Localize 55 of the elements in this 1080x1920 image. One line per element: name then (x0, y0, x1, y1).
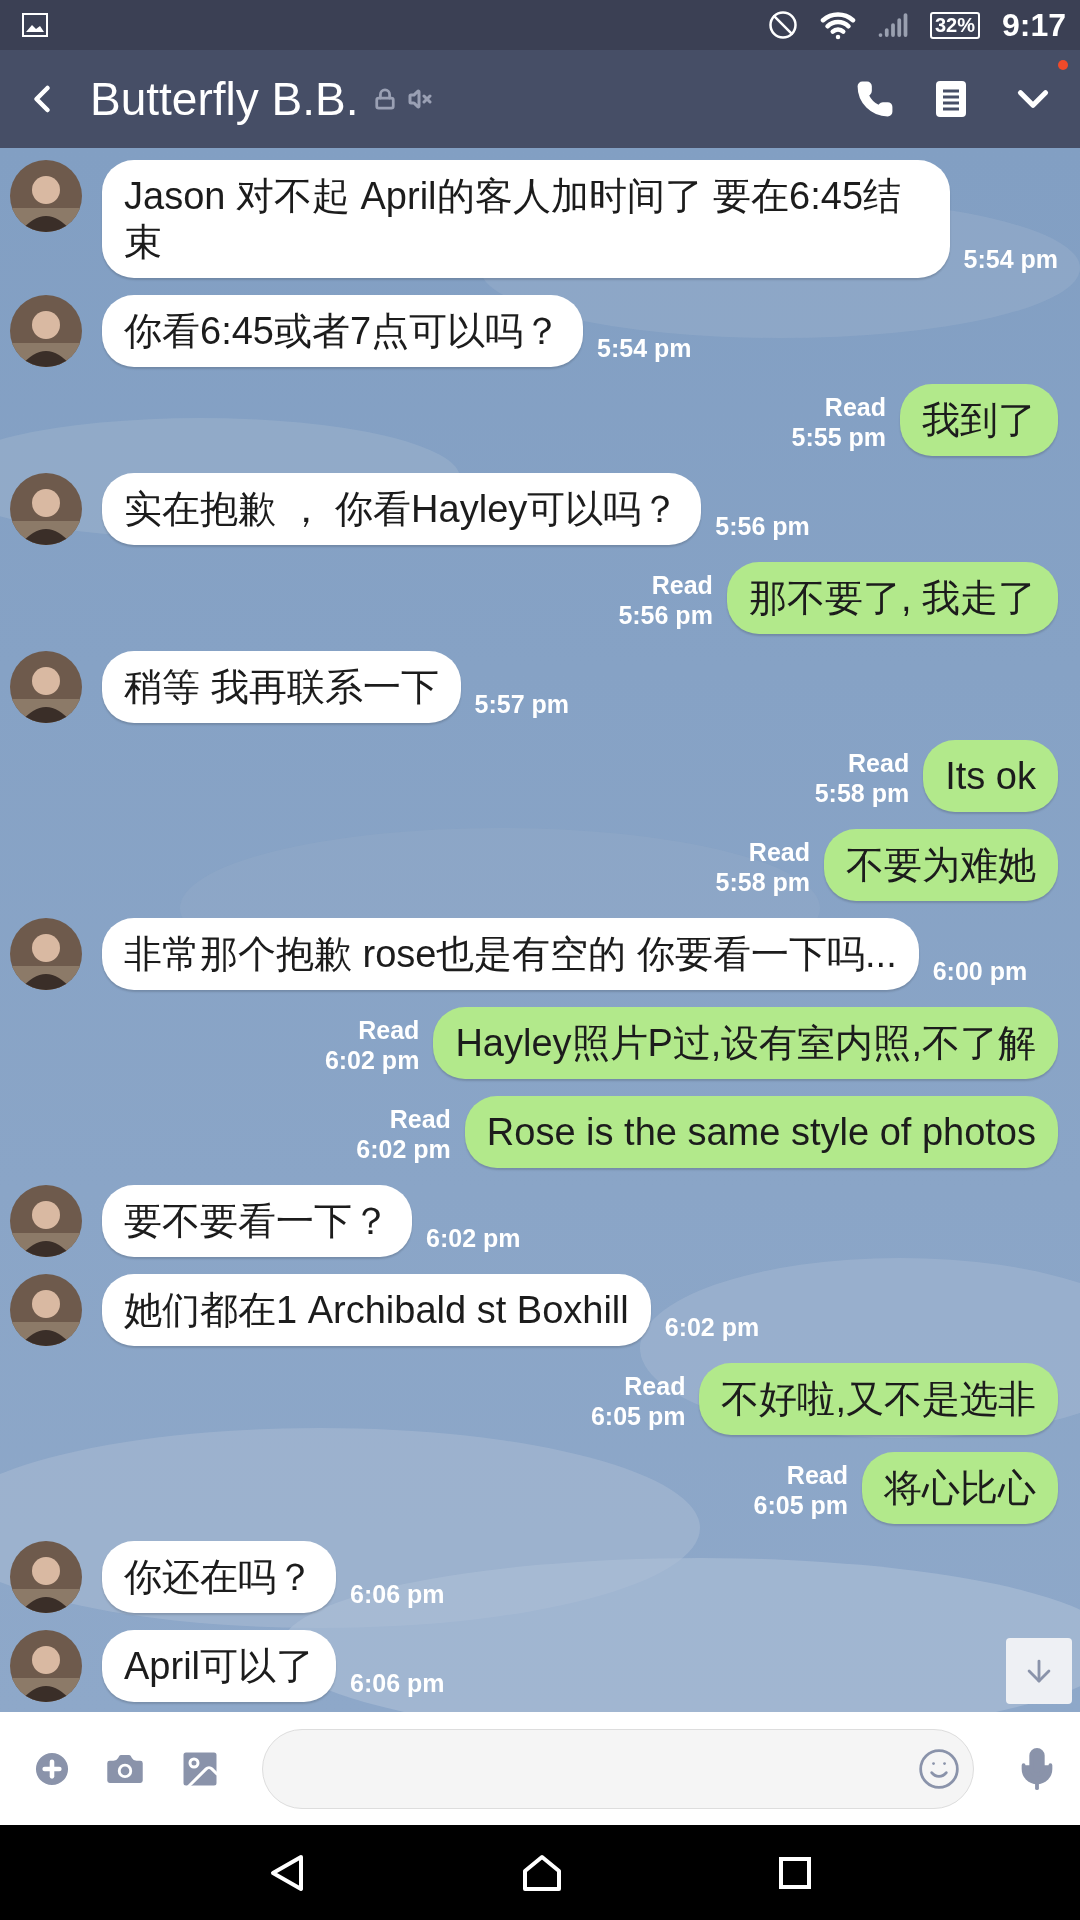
scroll-down-button[interactable] (1006, 1638, 1072, 1704)
read-receipt: Read (389, 1104, 451, 1134)
read-receipt: Read (824, 392, 886, 422)
received-message: 你还在吗？ (102, 1541, 336, 1613)
message-time: 6:02 pm (426, 1223, 521, 1253)
read-receipt: Read (748, 837, 810, 867)
sent-message: 不要为难她 (824, 829, 1058, 901)
message-time: 6:06 pm (350, 1579, 445, 1609)
emoji-icon[interactable] (917, 1746, 961, 1791)
picture-icon (22, 13, 48, 37)
message-time: 5:54 pm (963, 244, 1058, 274)
chat-title: Butterfly B.B. (90, 72, 359, 126)
signal-icon (877, 10, 908, 40)
phone-icon[interactable] (856, 80, 894, 118)
message-time: 5:58 pm (814, 778, 910, 808)
message-time: 5:54 pm (597, 333, 692, 363)
message-time: 5:55 pm (791, 422, 886, 452)
recent-apps-icon[interactable] (779, 1856, 812, 1889)
back-icon[interactable] (268, 1853, 305, 1892)
received-message: 实在抱歉 ， 你看Hayley可以吗？ (102, 473, 702, 545)
sent-message: 我到了 (900, 384, 1058, 456)
read-receipt: Read (848, 748, 910, 778)
read-receipt: Read (358, 1015, 420, 1045)
received-message: 要不要看一下？ (102, 1185, 412, 1257)
sent-message: Its ok (923, 740, 1058, 812)
battery-level: 32% (929, 11, 980, 39)
message-time: 6:02 pm (324, 1045, 420, 1075)
received-message: 她们都在1 Archibald st Boxhill (102, 1274, 651, 1346)
sent-message: 不好啦,又不是选非 (699, 1363, 1058, 1435)
message-time: 5:56 pm (618, 600, 713, 630)
sent-message: Hayley照片P过,设有室内照,不了解 (433, 1007, 1058, 1079)
message-time: 6:02 pm (664, 1312, 760, 1342)
message-time: 5:58 pm (715, 867, 810, 897)
message-time: 6:05 pm (753, 1490, 848, 1520)
received-message: 稍等 我再联系一下 (102, 651, 461, 723)
message-time: 5:57 pm (474, 689, 570, 719)
clock-time: 9:17 (1001, 6, 1066, 44)
home-icon[interactable] (522, 1853, 562, 1892)
message-time: 6:02 pm (356, 1134, 451, 1164)
read-receipt: Read (786, 1460, 848, 1490)
message-time: 6:06 pm (350, 1668, 445, 1698)
sent-message: 将心比心 (862, 1452, 1058, 1524)
message-time: 5:56 pm (715, 511, 810, 541)
read-receipt: Read (651, 570, 713, 600)
message-time: 6:05 pm (590, 1401, 686, 1431)
do-not-disturb-icon (767, 10, 798, 40)
sent-message: 那不要了, 我走了 (726, 562, 1058, 634)
received-message: 你看6:45或者7点可以吗？ (102, 295, 584, 367)
sent-message: Rose is the same style of photos (464, 1096, 1058, 1168)
message-time: 6:00 pm (932, 956, 1028, 986)
read-receipt: Read (624, 1371, 686, 1401)
notes-icon[interactable] (936, 81, 966, 117)
received-message: April可以了 (102, 1630, 337, 1702)
received-message: Jason 对不起 April的客人加时间了 要在6:45结束 (102, 160, 950, 278)
received-message: 非常那个抱歉 rose也是有空的 你要看一下吗... (102, 918, 919, 990)
